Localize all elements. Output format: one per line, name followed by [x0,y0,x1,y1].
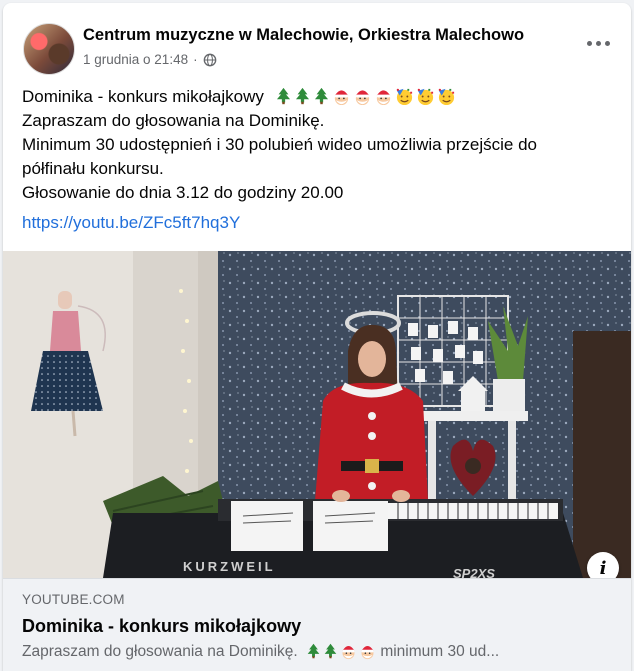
video-thumbnail[interactable]: KURZWEIL SP2XS i [3,251,631,578]
party-face-emoji [437,87,456,106]
page-avatar[interactable] [23,23,75,75]
post-text: Dominika - konkurs mikołajkowy Zapraszam… [22,85,622,205]
meta-separator: · [193,52,198,67]
party-face-emoji [416,87,435,106]
santa-emoji [374,87,393,106]
youtube-link[interactable]: https://youtu.be/ZFc5ft7hq3Y [22,213,240,233]
preview-domain: YOUTUBE.COM [22,592,125,607]
more-options-icon[interactable] [583,33,613,53]
preview-description: Zapraszam do głosowania na Dominikę. min… [22,643,612,661]
christmas-tree-emoji [313,87,330,105]
preview-title[interactable]: Dominika - konkurs mikołajkowy [22,616,301,637]
post-text-line: Dominika - konkurs mikołajkowy [22,87,264,106]
post-text-line: Zapraszam do głosowania na Dominikę. [22,111,325,130]
christmas-tree-emoji [294,87,311,105]
preview-description-suffix: minimum 30 ud... [380,643,500,660]
santa-emoji [332,87,351,106]
globe-icon[interactable] [203,53,217,67]
christmas-tree-emoji [275,87,292,105]
santa-emoji [359,643,376,660]
post-line-1: Dominika - konkurs mikołajkowy [22,85,622,109]
emoji-row [275,87,456,106]
keyboard-model-label: SP2XS [453,566,495,578]
video-scene: KURZWEIL SP2XS [3,251,631,578]
preview-description-text: Zapraszam do głosowania na Dominikę. [22,643,298,660]
post-text-line: półfinału konkursu. [22,159,164,178]
santa-emoji [353,87,372,106]
post-text-line: Minimum 30 udostępnień i 30 polubień wid… [22,135,538,154]
christmas-tree-emoji [306,643,321,659]
facebook-post-card: Centrum muzyczne w Malechowie, Orkiestra… [3,3,631,671]
party-face-emoji [395,87,414,106]
post-header: Centrum muzyczne w Malechowie, Orkiestra… [3,3,631,83]
info-icon[interactable]: i [587,552,619,578]
santa-emoji [340,643,357,660]
keyboard-brand-label: KURZWEIL [183,559,276,574]
post-timestamp[interactable]: 1 grudnia o 21:48 [83,52,188,67]
preview-emoji-row [306,643,376,660]
post-meta: 1 grudnia o 21:48 · [83,52,217,67]
christmas-tree-emoji [323,643,338,659]
page-name-link[interactable]: Centrum muzyczne w Malechowie, Orkiestra… [83,26,524,45]
link-preview[interactable]: YOUTUBE.COM Dominika - konkurs mikołajko… [3,578,631,671]
post-text-line: Głosowanie do dnia 3.12 do godziny 20.00 [22,183,344,202]
